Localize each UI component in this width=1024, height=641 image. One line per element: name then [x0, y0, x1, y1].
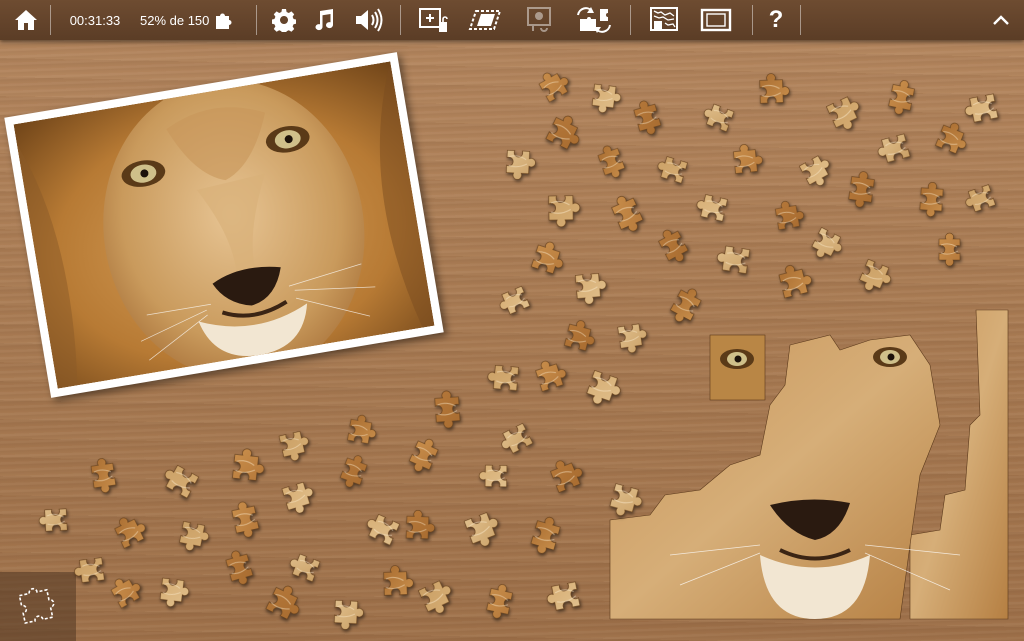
puzzle-piece[interactable]	[28, 495, 83, 545]
home-button[interactable]	[8, 0, 44, 40]
lion-face-photo	[13, 61, 435, 389]
chevron-up-icon	[993, 15, 1009, 25]
puzzle-piece[interactable]	[705, 230, 768, 291]
music-button[interactable]	[308, 0, 340, 40]
puzzle-outline-icon	[18, 587, 55, 624]
speaker-icon	[356, 8, 383, 32]
settings-button[interactable]	[268, 0, 300, 40]
puzzle-app: 00:31:33 52% de 150 ?	[0, 0, 1024, 641]
piece-tray-button[interactable]	[0, 572, 76, 641]
puzzle-piece[interactable]	[744, 66, 800, 118]
puzzle-piece[interactable]	[217, 438, 274, 497]
frame-icon	[700, 8, 732, 32]
puzzle-piece[interactable]	[393, 501, 443, 555]
puzzle-piece[interactable]	[77, 447, 132, 505]
puzzle-piece[interactable]	[533, 181, 589, 235]
preview-image-icon	[527, 7, 551, 32]
collapse-toolbar-button[interactable]	[988, 0, 1014, 40]
shuffle-pieces-icon	[577, 7, 611, 33]
puzzle-piece[interactable]	[603, 308, 657, 364]
scatter-pieces-icon	[468, 10, 502, 30]
puzzle-piece[interactable]	[719, 136, 774, 189]
puzzle-piece[interactable]	[514, 503, 579, 569]
puzzle-piece[interactable]	[420, 381, 476, 438]
home-icon	[15, 10, 37, 30]
music-note-icon	[315, 9, 334, 31]
puzzle-piece[interactable]	[905, 174, 958, 225]
toolbar: 00:31:33 52% de 150 ?	[0, 0, 1024, 40]
sound-button[interactable]	[350, 0, 388, 40]
preview-image-button[interactable]	[522, 0, 558, 40]
assembled-pieces[interactable]	[609, 305, 1010, 620]
puzzle-piece-icon	[216, 13, 232, 29]
edge-pieces-icon	[419, 8, 448, 32]
puzzle-piece[interactable]	[873, 68, 931, 129]
puzzle-piece[interactable]	[471, 572, 529, 633]
puzzle-piece[interactable]	[952, 167, 1012, 229]
progress-text: 52% de 150	[140, 12, 210, 28]
puzzle-piece[interactable]	[560, 258, 615, 313]
frame-button[interactable]	[694, 0, 738, 40]
puzzle-piece[interactable]	[143, 563, 201, 616]
reference-photo[interactable]	[4, 52, 444, 398]
gear-icon	[272, 9, 296, 32]
help-icon: ?	[768, 6, 784, 33]
help-button[interactable]: ?	[762, 0, 790, 40]
timer: 00:31:33	[69, 12, 121, 28]
scatter-pieces-button[interactable]	[466, 0, 506, 40]
background-pattern-icon	[650, 7, 678, 31]
shuffle-pieces-button[interactable]	[572, 0, 616, 40]
puzzle-piece[interactable]	[445, 493, 515, 562]
background-pattern-button[interactable]	[642, 0, 686, 40]
puzzle-piece[interactable]	[320, 583, 372, 640]
edge-pieces-button[interactable]	[414, 0, 454, 40]
puzzle-piece[interactable]	[927, 227, 973, 273]
puzzle-piece[interactable]	[534, 565, 598, 628]
